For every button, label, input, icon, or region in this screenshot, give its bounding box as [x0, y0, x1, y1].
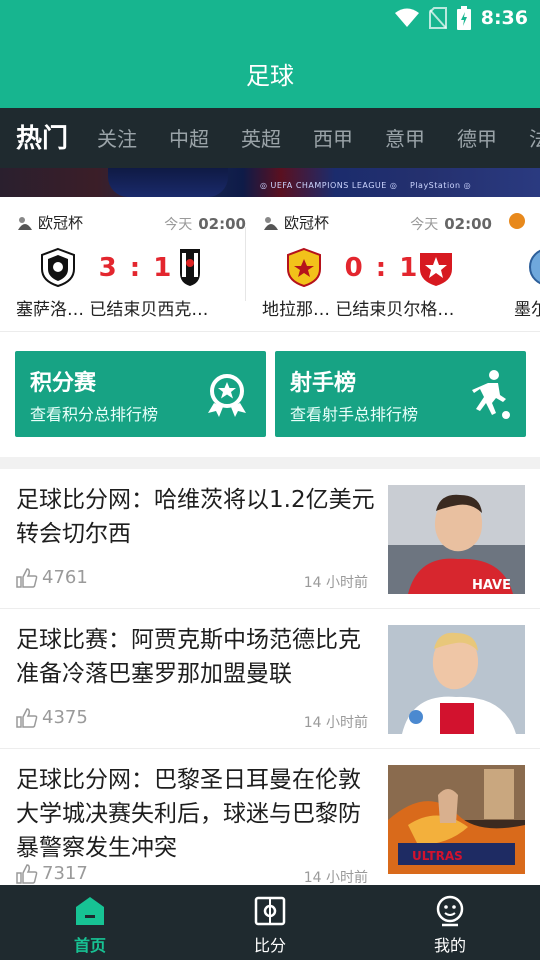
match-time: 今天 02:00: [164, 215, 246, 233]
nav-scores-label: 比分: [253, 936, 286, 955]
news-thumbnail: ULTRAS: [388, 765, 525, 874]
home-icon: [76, 897, 104, 925]
tab-seriea[interactable]: 意甲: [385, 108, 425, 168]
tab-follow[interactable]: 关注: [97, 108, 137, 168]
team-logo-icon: [529, 249, 540, 285]
bottom-navigation: 首页 比分 我的: [0, 885, 540, 960]
competition-name: 欧冠杯: [284, 214, 330, 232]
standings-title: 积分赛: [30, 371, 97, 396]
banner-player: [108, 168, 228, 197]
svg-text:HAVE: HAVE: [472, 578, 511, 593]
competition-icon: [509, 213, 525, 229]
like-count[interactable]: 4375: [16, 707, 88, 728]
nav-profile[interactable]: 我的: [360, 885, 540, 960]
news-item[interactable]: 足球比分网：巴黎圣日耳曼在伦敦大学城决赛失利后，球迷与巴黎防暴警察发生冲突 73…: [0, 749, 540, 886]
news-item[interactable]: 足球比分网：哈维茨将以1.2亿美元转会切尔西 4761 14 小时前 HAVE: [0, 469, 540, 609]
profile-icon: [436, 895, 464, 927]
standings-subtitle: 查看积分总排行榜: [30, 405, 159, 424]
status-bar: 8:36: [394, 5, 528, 31]
nav-home-label: 首页: [73, 936, 106, 955]
thumbs-up-icon: [16, 707, 38, 728]
battery-charging-icon: [456, 6, 471, 30]
ucl-trophy-icon: [264, 216, 278, 230]
nav-profile-label: 我的: [433, 936, 466, 955]
tab-hot[interactable]: 热门: [16, 108, 68, 168]
match-divider: [245, 227, 246, 301]
match-time: 今天 02:00: [410, 215, 492, 233]
match-card[interactable]: 欧冠杯 今天 02:00 3 : 1 塞萨洛… 已结束贝西克…: [16, 197, 262, 331]
competition-label: 欧冠杯: [16, 212, 83, 233]
app-header: 8:36 足球: [0, 0, 540, 108]
match-card[interactable]: 欧冠杯 今天 02:00 0 : 1 地拉那… 已结束贝尔格…: [262, 197, 508, 331]
news-thumbnail: [388, 625, 525, 734]
riot-photo: ULTRAS: [388, 765, 525, 874]
news-item[interactable]: 足球比赛：阿贾克斯中场范德比克准备冷落巴塞罗那加盟曼联 4375 14 小时前: [0, 609, 540, 749]
thumbs-up-icon: [16, 567, 38, 588]
competition-name: 欧冠杯: [38, 214, 84, 232]
banner-sign: PlayStation ◎: [410, 181, 472, 190]
thumbs-up-icon: [16, 863, 38, 884]
tab-laliga[interactable]: 西甲: [313, 108, 353, 168]
wifi-icon: [394, 8, 419, 27]
news-thumbnail: HAVE: [388, 485, 525, 594]
match-teams-status: 地拉那… 已结束贝尔格…: [262, 300, 455, 320]
banner-image[interactable]: ◎ UEFA CHAMPIONS LEAGUE ◎ PlayStation ◎: [0, 168, 540, 197]
like-count[interactable]: 4761: [16, 567, 88, 588]
top-scorers-title: 射手榜: [290, 371, 357, 396]
player-photo: HAVE: [388, 485, 525, 594]
news-time: 14 小时前: [303, 870, 368, 886]
news-title: 足球比分网：巴黎圣日耳曼在伦敦大学城决赛失利后，球迷与巴黎防暴警察发生冲突: [16, 767, 361, 861]
kicker-icon: [472, 370, 510, 419]
no-sim-icon: [428, 7, 447, 29]
news-title: 足球比分网：哈维茨将以1.2亿美元转会切尔西: [16, 487, 375, 547]
top-scorers-button[interactable]: 射手榜 查看射手总排行榜: [275, 351, 526, 437]
besiktas-logo-icon: [180, 249, 200, 286]
news-title: 足球比赛：阿贾克斯中场范德比克准备冷落巴塞罗那加盟曼联: [16, 627, 361, 687]
medal-icon: [208, 374, 246, 417]
top-scorers-subtitle: 查看射手总排行榜: [290, 405, 419, 424]
match-card[interactable]: 墨尔: [508, 197, 540, 331]
tab-ligue1[interactable]: 法: [529, 108, 540, 168]
category-tabs: 热门 关注 中超 英超 西甲 意甲 德甲 法: [0, 108, 540, 168]
match-teams-status: 墨尔: [514, 300, 540, 320]
tab-bundesliga[interactable]: 德甲: [457, 108, 497, 168]
page-title: 足球: [246, 62, 294, 90]
section-divider: [0, 457, 540, 469]
ucl-trophy-icon: [18, 216, 32, 230]
like-count[interactable]: 7317: [16, 863, 88, 884]
status-time: 8:36: [480, 7, 528, 29]
competition-label: 欧冠杯: [262, 212, 329, 233]
banner-sign: ◎ UEFA CHAMPIONS LEAGUE ◎: [260, 181, 398, 190]
match-carousel[interactable]: 欧冠杯 今天 02:00 3 : 1 塞萨洛… 已结束贝西克… 欧冠杯 今天 02:…: [0, 197, 540, 332]
news-time: 14 小时前: [303, 575, 368, 591]
nav-home[interactable]: 首页: [0, 885, 180, 960]
standings-button[interactable]: 积分赛 查看积分总排行榜: [15, 351, 266, 437]
tab-csl[interactable]: 中超: [169, 108, 209, 168]
scoreboard-icon: [254, 896, 286, 926]
tirana-logo-icon: [287, 247, 321, 287]
match-teams-status: 塞萨洛… 已结束贝西克…: [16, 300, 209, 320]
svg-text:ULTRAS: ULTRAS: [412, 849, 463, 863]
player-photo: [388, 625, 525, 734]
nav-scores[interactable]: 比分: [180, 885, 360, 960]
feature-section: 积分赛 查看积分总排行榜 射手榜 查看射手总排行榜: [0, 333, 540, 457]
news-time: 14 小时前: [303, 715, 368, 731]
red-star-logo-icon: [420, 253, 452, 286]
tab-epl[interactable]: 英超: [241, 108, 281, 168]
paok-logo-icon: [41, 247, 75, 287]
